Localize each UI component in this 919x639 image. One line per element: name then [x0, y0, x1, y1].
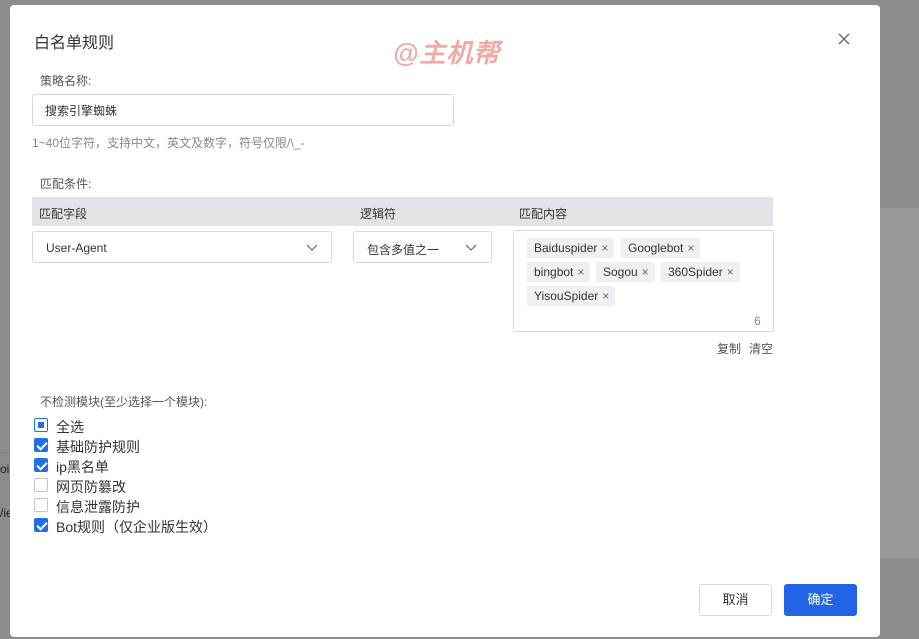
tag-item: bingbot × [527, 262, 591, 282]
background-divider [0, 452, 10, 453]
tag-item: Googlebot × [621, 238, 701, 258]
close-icon[interactable]: × [642, 262, 649, 282]
tag-count: 6 [754, 314, 761, 328]
tag-label: YisouSpider [534, 289, 599, 303]
column-header-field: 匹配字段 [39, 207, 88, 221]
copy-link[interactable]: 复制 [717, 340, 741, 357]
operator-select[interactable]: 包含多值之一 [353, 231, 492, 263]
background-band [880, 208, 919, 558]
cancel-button[interactable]: 取消 [699, 584, 772, 616]
match-conditions-label: 匹配条件: [40, 177, 92, 191]
checkbox[interactable] [34, 478, 48, 492]
background-text: oi [0, 462, 10, 476]
tag-label: Baiduspider [534, 241, 598, 255]
dialog-title: 白名单规则 [34, 35, 115, 52]
checkbox-label: ip黑名单 [56, 459, 109, 475]
close-icon[interactable]: × [602, 286, 609, 306]
tag-label: bingbot [534, 265, 574, 279]
tag-item: YisouSpider × [527, 286, 616, 306]
clear-link[interactable]: 清空 [749, 340, 773, 357]
close-icon[interactable]: × [601, 238, 608, 258]
policy-name-input[interactable] [32, 94, 454, 126]
tag-item: Baiduspider × [527, 238, 615, 258]
checkbox-label: 信息泄露防护 [56, 499, 140, 515]
checkbox-label: 网页防篡改 [56, 479, 126, 495]
exempt-modules-label: 不检测模块(至少选择一个模块): [40, 395, 208, 409]
tag-label: 360Spider [668, 265, 723, 279]
match-content-tags[interactable]: Baiduspider × Googlebot × bingbot × Sogou × … [513, 230, 774, 332]
operator-value: 包含多值之一 [367, 243, 440, 257]
match-table-header: 匹配字段 逻辑符 匹配内容 [32, 197, 773, 226]
select-all-checkbox[interactable] [34, 418, 48, 432]
tag-label: Sogou [603, 265, 638, 279]
checkbox[interactable] [34, 458, 48, 472]
match-field-select[interactable]: User-Agent [32, 231, 332, 263]
chevron-down-icon [465, 244, 477, 251]
policy-name-label: 策略名称: [40, 74, 92, 88]
column-header-content: 匹配内容 [519, 207, 568, 221]
close-icon[interactable]: × [577, 262, 584, 282]
column-header-operator: 逻辑符 [360, 207, 397, 221]
checkbox[interactable] [34, 518, 48, 532]
tag-item: Sogou × [596, 262, 655, 282]
close-icon[interactable] [836, 31, 852, 47]
checkbox-label: 基础防护规则 [56, 439, 140, 455]
confirm-button[interactable]: 确定 [784, 584, 857, 616]
checkbox[interactable] [34, 438, 48, 452]
checkbox-label: Bot规则（仅企业版生效） [56, 519, 218, 535]
tag-label: Googlebot [628, 241, 684, 255]
whitelist-rule-dialog: 白名单规则 @主机帮 策略名称: 1~40位字符，支持中文，英文及数字，符号仅限… [10, 5, 880, 637]
checkbox[interactable] [34, 498, 48, 512]
match-field-value: User-Agent [46, 241, 107, 255]
close-icon[interactable]: × [727, 262, 734, 282]
watermark: @主机帮 [393, 38, 501, 68]
checkbox-label: 全选 [56, 419, 84, 435]
chevron-down-icon [306, 244, 318, 251]
close-icon[interactable]: × [687, 238, 694, 258]
tag-item: 360Spider × [661, 262, 740, 282]
policy-name-hint: 1~40位字符，支持中文，英文及数字，符号仅限/\_- [32, 136, 305, 150]
